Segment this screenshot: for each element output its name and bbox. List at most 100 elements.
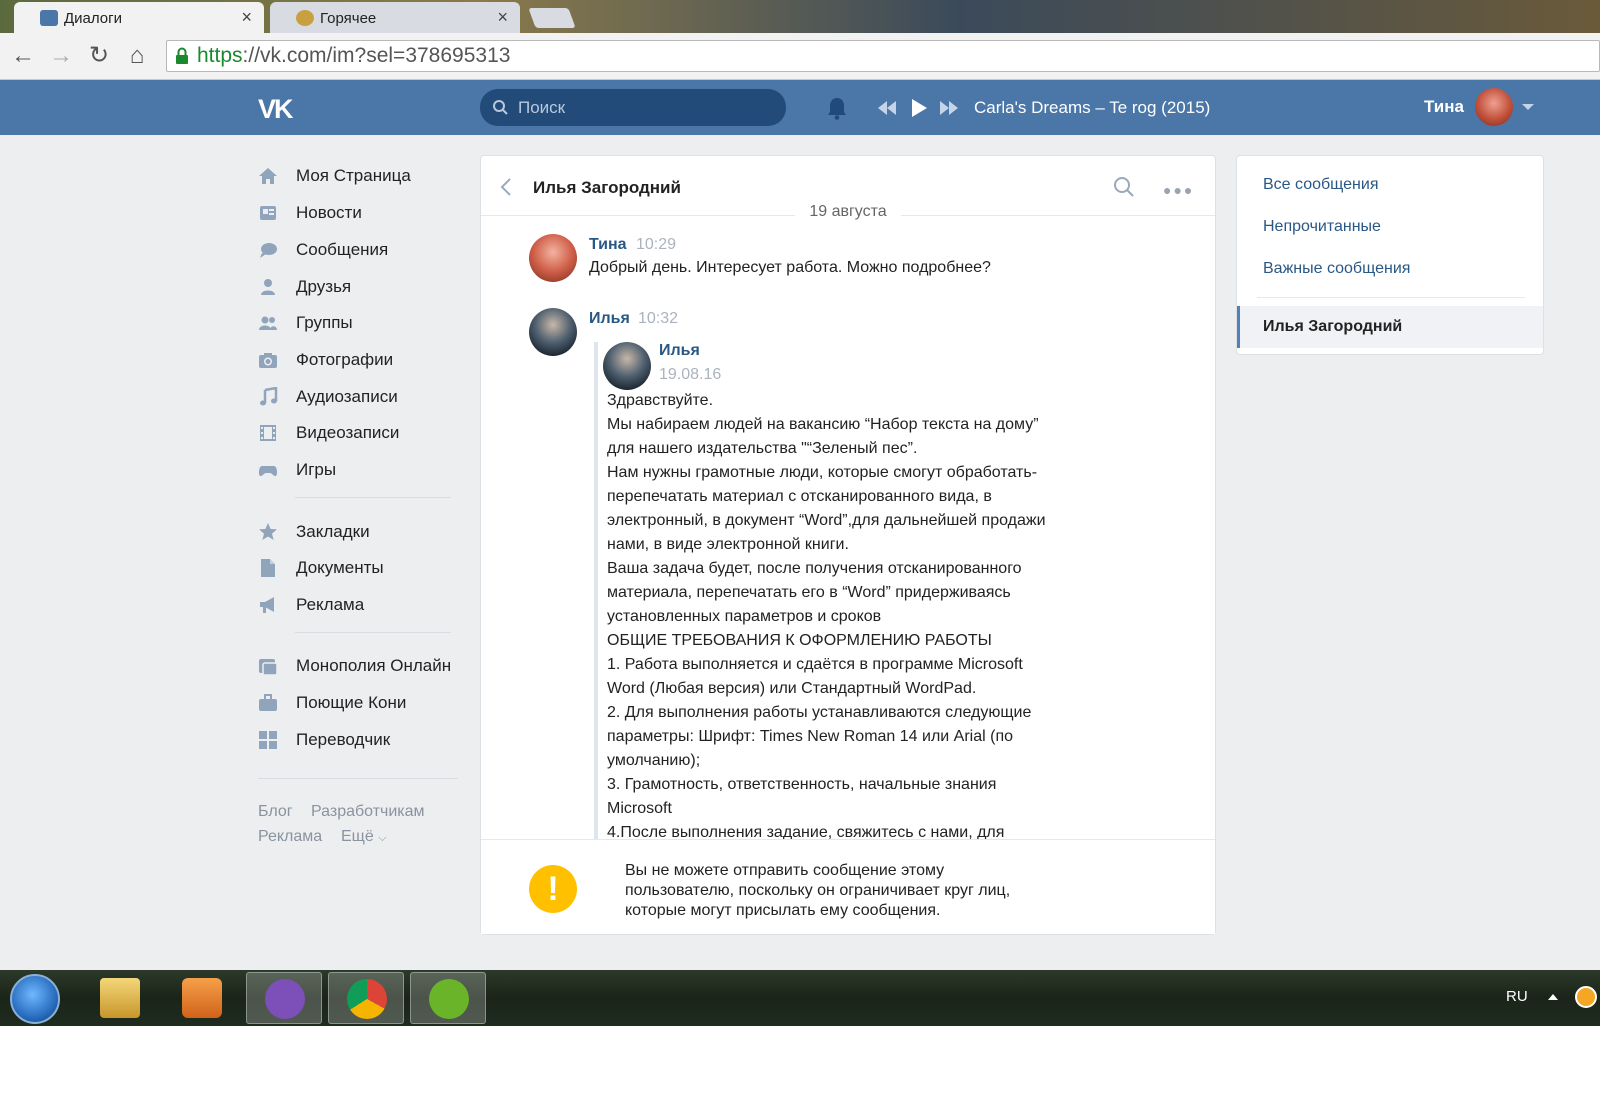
avatar[interactable] [529, 308, 577, 356]
forwarded-text-line: ОБЩИЕ ТРЕБОВАНИЯ К ОФОРМЛЕНИЮ РАБОТЫ [607, 632, 992, 649]
avatar[interactable] [1475, 88, 1513, 126]
nav-label: Сообщения [296, 240, 389, 259]
megaphone-icon [260, 597, 274, 613]
filter-all-messages[interactable]: Все сообщения [1263, 176, 1378, 194]
taskbar-chrome[interactable] [328, 972, 404, 1024]
friends-icon [261, 279, 275, 295]
vk-favicon-icon [40, 10, 58, 26]
avatar[interactable] [603, 342, 651, 390]
lock-icon [176, 47, 188, 64]
nav-label: Закладки [296, 522, 370, 541]
nav-divider [258, 778, 458, 779]
message-time: 10:32 [638, 310, 679, 327]
address-bar[interactable]: https://vk.com/im?sel=378695313 [166, 40, 1600, 72]
forwarded-date: 19.08.16 [659, 366, 722, 383]
more-icon[interactable]: ●●● [1163, 182, 1194, 198]
date-separator: 19 августа [481, 203, 1215, 221]
home-icon [259, 168, 277, 184]
message-author[interactable]: Илья [589, 310, 630, 328]
message-text: Добрый день. Интересует работа. Можно по… [589, 259, 991, 276]
next-track-icon[interactable] [940, 96, 958, 120]
language-indicator[interactable]: RU [1506, 988, 1528, 1005]
bell-icon[interactable] [826, 96, 848, 120]
tray-expand-icon[interactable] [1548, 994, 1558, 1000]
forwarded-quote-bar [594, 342, 598, 839]
tab-label: Горячее [320, 10, 377, 27]
news-icon [260, 206, 276, 220]
filter-unread[interactable]: Непрочитанные [1263, 218, 1381, 236]
forwarded-text-line: 1. Работа выполняется и сдаётся в програ… [607, 656, 1023, 673]
tab-hot[interactable]: Горячее × [270, 2, 520, 33]
footer-more-label: Ещё [341, 828, 374, 845]
new-tab-button[interactable] [528, 8, 576, 28]
footer-more-link[interactable]: Ещё ⌵ [341, 828, 387, 846]
back-arrow-icon[interactable] [499, 176, 513, 198]
forwarded-text-line: умолчанию); [607, 752, 701, 769]
previous-track-icon[interactable] [878, 96, 896, 120]
browser-tab-bar: Диалоги × Горячее × [0, 0, 1600, 33]
footer-ads-link[interactable]: Реклама [258, 828, 322, 846]
taskbar-explorer[interactable] [82, 972, 158, 1024]
nav-label: Поющие Кони [296, 693, 407, 712]
search-input[interactable]: Поиск [480, 89, 786, 126]
message-time: 10:29 [636, 236, 677, 253]
forwarded-text-line: Мы набираем людей на вакансию “Набор тек… [607, 416, 1039, 433]
back-arrow-icon[interactable]: ← [8, 41, 38, 71]
forwarded-text-line: установленных параметров и сроков [607, 608, 882, 625]
tab-dialogs[interactable]: Диалоги × [14, 2, 264, 33]
avatar[interactable] [529, 234, 577, 282]
forwarded-text-line: Ваша задача будет, после получения отска… [607, 560, 1022, 577]
chrome-icon [347, 979, 387, 1019]
vk-header: VK Поиск Carla's Dreams – Te rog (2015) … [0, 80, 1600, 135]
notice-text-line: пользователю, поскольку он ограничивает … [625, 882, 1011, 899]
active-dialog-item[interactable]: Илья Загородний [1237, 306, 1543, 348]
message-author[interactable]: Тина [589, 236, 627, 254]
tray-app-icon[interactable] [1575, 986, 1597, 1008]
taskbar-utorrent[interactable] [410, 972, 486, 1024]
utorrent-icon [429, 979, 469, 1019]
home-icon[interactable]: ⌂ [122, 41, 152, 71]
messages-icon [260, 243, 277, 258]
notice-text-line: которые могут присылать ему сообщения. [625, 902, 941, 919]
forwarded-text-line: Здравствуйте. [607, 392, 714, 409]
taskbar-media-player[interactable] [164, 972, 240, 1024]
nav-label: Переводчик [296, 730, 391, 749]
viber-icon [265, 979, 305, 1019]
reload-icon[interactable]: ↻ [84, 41, 114, 71]
nav-label: Группы [296, 313, 353, 332]
browser-toolbar: ← → ↻ ⌂ https://vk.com/im?sel=378695313 [0, 33, 1600, 80]
nav-label: Новости [296, 203, 362, 222]
chat-title[interactable]: Илья Загородний [533, 178, 681, 198]
play-icon[interactable] [910, 96, 928, 120]
forwarded-text-line: Нам нужны грамотные люди, которые смогут… [607, 464, 1038, 481]
music-icon [260, 387, 278, 406]
vk-logo[interactable]: VK [258, 94, 293, 125]
footer-dev-link[interactable]: Разработчикам [311, 803, 425, 821]
close-icon[interactable]: × [241, 7, 252, 28]
windows-taskbar: RU [0, 970, 1600, 1026]
forwarded-text-line: 3. Грамотность, ответственность, начальн… [607, 776, 997, 793]
header-username[interactable]: Тина [1424, 97, 1464, 117]
forward-arrow-icon[interactable]: → [46, 41, 76, 71]
page-body: Моя Страница Новости Сообщения Друзья Гр… [0, 135, 1600, 970]
forwarded-author[interactable]: Илья [659, 342, 700, 360]
nav-label: Фотографии [296, 350, 394, 369]
current-track[interactable]: Carla's Dreams – Te rog (2015) [974, 98, 1210, 118]
notice-text-line: Вы не можете отправить сообщение этому [625, 862, 945, 879]
panel-divider [1257, 297, 1525, 298]
app-grid-icon [259, 731, 277, 749]
forwarded-text-line: 4.После выполнения задание, свяжитесь с … [607, 824, 1005, 839]
filter-important[interactable]: Важные сообщения [1263, 260, 1410, 278]
url-scheme: https [197, 44, 243, 67]
forwarded-text-line: Word (Любая версия) или Стандартный Word… [607, 680, 977, 697]
video-icon [260, 425, 276, 441]
start-button[interactable] [10, 974, 60, 1024]
close-icon[interactable]: × [497, 7, 508, 28]
forwarded-text-line: Microsoft [607, 800, 672, 817]
footer-blog-link[interactable]: Блог [258, 803, 293, 821]
chevron-down-icon: ⌵ [378, 832, 387, 844]
taskbar-viber[interactable] [246, 972, 322, 1024]
nav-divider [295, 497, 451, 498]
chevron-down-icon[interactable] [1522, 104, 1534, 110]
search-icon[interactable] [1113, 176, 1135, 198]
